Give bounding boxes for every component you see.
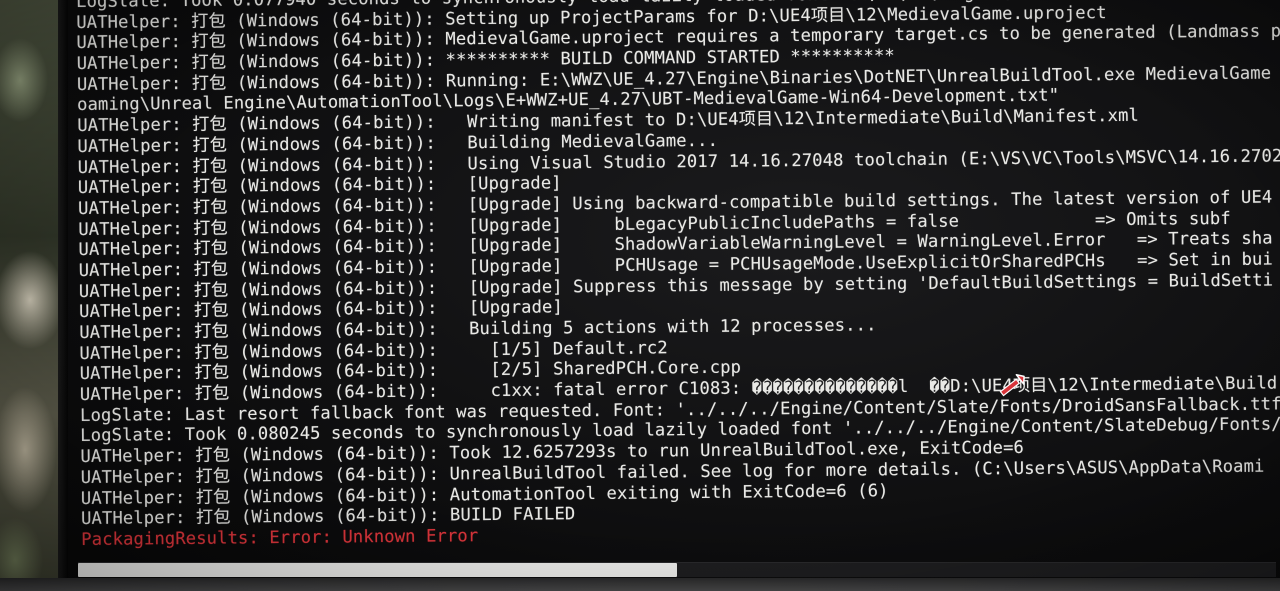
monitor-bezel <box>58 0 68 591</box>
output-log-console[interactable]: LogSlate: Took 0.077940 seconds to synch… <box>68 0 1280 591</box>
photo-of-monitor: LogSlate: Took 0.077940 seconds to synch… <box>0 0 1280 591</box>
log-lines: LogSlate: Took 0.077940 seconds to synch… <box>76 0 1280 551</box>
progress-fill <box>78 563 677 577</box>
monitor-bottom-bezel <box>0 578 1280 591</box>
background-scenery <box>0 0 66 591</box>
pointer-cursor-icon <box>999 373 1025 397</box>
progress-bar <box>78 562 1276 577</box>
